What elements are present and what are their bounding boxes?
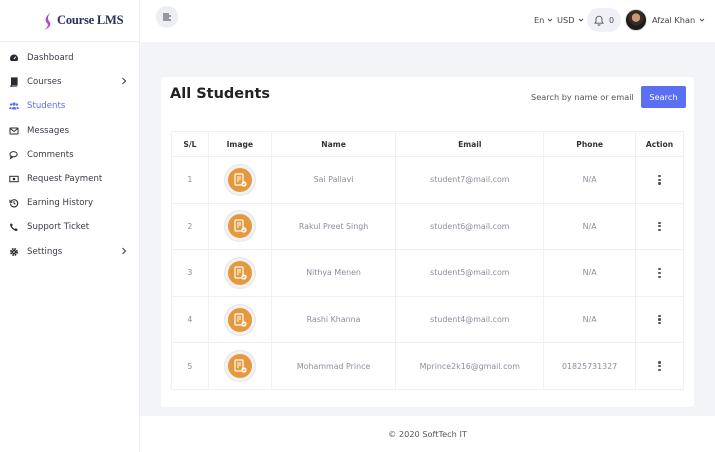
sidebar-item-support-ticket[interactable]: Support Ticket: [0, 215, 139, 239]
student-avatar-icon: [224, 351, 255, 382]
students-table: S/L Image Name Email Phone Action 1 Sai …: [171, 131, 684, 390]
cell-name: Rashi Khanna: [270, 295, 397, 344]
user-menu[interactable]: Afzal Khan: [652, 15, 705, 25]
table-row: 2 Rakul Preet Singh student6@mail.com N/…: [171, 202, 684, 251]
user-name: Afzal Khan: [652, 15, 696, 25]
logo[interactable]: Course LMS: [0, 0, 139, 42]
cell-email: student4@mail.com: [395, 295, 545, 344]
more-actions-icon[interactable]: [656, 361, 664, 371]
sidebar-item-label: Dashboard: [27, 53, 74, 64]
student-avatar-icon: [224, 211, 255, 242]
cell-sl: 1: [171, 156, 209, 204]
sidebar-item-label: Courses: [27, 77, 62, 88]
footer: © 2020 SoftTech IT: [140, 416, 715, 452]
sidebar-item-request-payment[interactable]: Request Payment: [0, 167, 139, 191]
chevron-down-icon: [548, 18, 553, 22]
sidebar-item-students[interactable]: Students: [0, 94, 139, 118]
envelope-icon: [8, 125, 19, 136]
more-actions-icon[interactable]: [656, 175, 664, 185]
sidebar-item-label: Messages: [27, 125, 70, 136]
student-avatar-icon: [224, 257, 255, 288]
table-row: 4 Rashi Khanna student4@mail.com N/A: [171, 295, 684, 344]
language-selector[interactable]: En: [534, 15, 553, 25]
cell-name: Mohammad Prince: [270, 342, 397, 390]
chevron-down-icon: [699, 18, 705, 22]
bell-icon: [594, 15, 604, 26]
cell-email: student6@mail.com: [395, 202, 545, 251]
sidebar-nav: Dashboard Courses Students Messages Comm…: [0, 46, 139, 264]
cell-sl: 3: [171, 249, 209, 297]
notification-count: 0: [608, 15, 615, 25]
sidebar-item-label: Comments: [27, 149, 74, 160]
user-avatar[interactable]: [625, 9, 647, 31]
topbar: En USD 0 Afzal Khan: [140, 0, 715, 42]
search-input[interactable]: [526, 86, 640, 108]
logo-icon: [44, 11, 51, 30]
sidebar-item-comments[interactable]: Comments: [0, 143, 139, 167]
search-button[interactable]: Search: [641, 86, 686, 108]
menu-toggle-button[interactable]: [156, 6, 178, 28]
more-actions-icon[interactable]: [656, 314, 664, 325]
column-header-email: Email: [395, 131, 545, 157]
cell-phone: N/A: [543, 295, 637, 344]
sidebar: Course LMS Dashboard Courses Students Me…: [0, 0, 140, 452]
cell-phone: 01825731327: [543, 342, 637, 390]
chevron-down-icon: [578, 18, 583, 22]
sidebar-item-dashboard[interactable]: Dashboard: [0, 46, 139, 70]
cell-email: student5@mail.com: [395, 249, 545, 297]
student-avatar-icon: [224, 164, 255, 195]
currency-label: USD: [557, 15, 575, 25]
page-title: All Students: [170, 86, 271, 102]
cell-sl: 4: [171, 295, 209, 344]
phone-icon: [8, 222, 19, 233]
cell-name: Nithya Menen: [270, 249, 397, 297]
sidebar-item-label: Earning History: [27, 198, 94, 209]
table-row: 5 Mohammad Prince Mprince2k16@gmail.com …: [171, 342, 684, 390]
chevron-right-icon: [122, 77, 127, 85]
cell-sl: 5: [171, 342, 209, 390]
logo-text: Course LMS: [57, 13, 124, 27]
column-header-image: Image: [207, 131, 272, 157]
gear-icon: [8, 246, 19, 257]
student-avatar-icon: [224, 304, 255, 335]
more-actions-icon[interactable]: [656, 221, 664, 232]
tachometer-icon: [8, 53, 19, 64]
sidebar-item-settings[interactable]: Settings: [0, 240, 139, 264]
chevron-right-icon: [122, 247, 127, 254]
sidebar-item-label: Request Payment: [27, 174, 103, 185]
more-actions-icon[interactable]: [656, 268, 664, 278]
column-header-action: Action: [635, 131, 684, 157]
book-icon: [8, 77, 19, 88]
table-row: 3 Nithya Menen student5@mail.com N/A: [171, 249, 684, 297]
column-header-phone: Phone: [543, 131, 637, 157]
cell-phone: N/A: [543, 202, 637, 251]
notifications-button[interactable]: 0: [587, 8, 621, 32]
cell-email: Mprince2k16@gmail.com: [395, 342, 545, 390]
history-icon: [8, 198, 19, 209]
users-icon: [8, 101, 19, 112]
sidebar-item-label: Support Ticket: [27, 222, 90, 233]
language-label: En: [534, 15, 545, 25]
sidebar-item-messages[interactable]: Messages: [0, 119, 139, 143]
currency-selector[interactable]: USD: [557, 15, 584, 25]
sidebar-item-earning-history[interactable]: Earning History: [0, 191, 139, 215]
column-header-sl: S/L: [171, 131, 209, 157]
cell-sl: 2: [171, 202, 209, 251]
cell-name: Rakul Preet Singh: [270, 202, 397, 251]
cell-email: student7@mail.com: [395, 156, 545, 204]
sidebar-item-label: Students: [27, 101, 66, 112]
cell-phone: N/A: [543, 156, 637, 204]
cell-phone: N/A: [543, 249, 637, 297]
students-card: All Students Search S/L Image Name Email…: [161, 77, 694, 407]
money-bill-icon: [8, 174, 19, 185]
table-header-row: S/L Image Name Email Phone Action: [171, 131, 684, 157]
sidebar-item-courses[interactable]: Courses: [0, 70, 139, 94]
cell-name: Sai Pallavi: [270, 156, 397, 204]
sidebar-item-label: Settings: [27, 246, 63, 257]
table-row: 1 Sai Pallavi student7@mail.com N/A: [171, 156, 684, 204]
copyright-text: © 2020 SoftTech IT: [388, 429, 467, 439]
menu-icon: [163, 13, 171, 21]
column-header-name: Name: [270, 131, 397, 157]
comments-icon: [8, 149, 19, 160]
